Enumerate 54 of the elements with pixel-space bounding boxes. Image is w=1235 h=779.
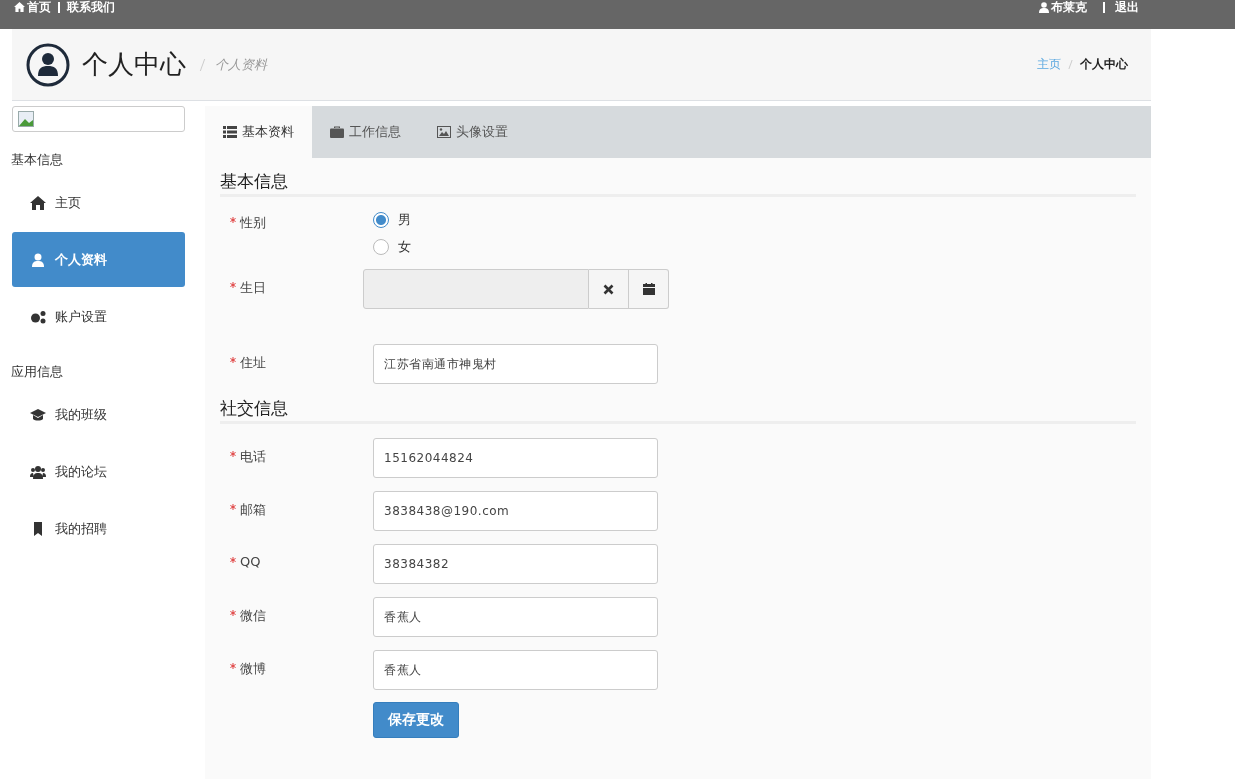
page-subtitle: 个人资料 — [215, 55, 267, 74]
sidebar-item[interactable]: 主页 — [12, 175, 185, 230]
calendar-button[interactable] — [629, 269, 669, 309]
user-link[interactable]: 布莱克 — [1039, 0, 1087, 14]
picture-icon — [437, 126, 451, 138]
sidebar-item[interactable]: 我的班级 — [12, 387, 185, 442]
radio-button[interactable] — [373, 239, 389, 255]
radio-label: 男 — [398, 211, 411, 229]
text-input-field[interactable]: 38384382 — [373, 544, 658, 584]
breadcrumb-current: 个人中心 — [1080, 56, 1128, 73]
section-heading: 社交信息 — [220, 397, 1136, 424]
user-icon — [1039, 1, 1049, 13]
radio-label: 女 — [398, 238, 411, 256]
tab[interactable]: 基本资料 — [205, 106, 312, 158]
field-label: 电话 — [240, 448, 266, 466]
field-label: 生日 — [240, 279, 266, 297]
nav-link[interactable]: 首页 — [14, 0, 51, 14]
section-heading: 基本信息 — [220, 170, 1136, 197]
broken-image-icon — [18, 111, 34, 127]
home-icon — [14, 2, 25, 12]
sidebar-item[interactable]: 我的论坛 — [12, 444, 185, 499]
text-input-field[interactable]: 香蕉人 — [373, 650, 658, 690]
sidebar-item[interactable]: 账户设置 — [12, 289, 185, 344]
sidebar-heading: 基本信息 — [11, 151, 64, 169]
nav-link[interactable]: 联系我们 — [67, 0, 115, 14]
user-icon — [30, 252, 46, 267]
text-input-field[interactable]: 江苏省南通市神鬼村 — [373, 344, 658, 384]
field-label: QQ — [240, 554, 261, 569]
save-button[interactable]: 保存更改 — [373, 702, 459, 738]
calendar-icon — [642, 283, 655, 295]
cap-icon — [30, 407, 46, 422]
briefcase-icon — [330, 126, 344, 138]
text-input-field[interactable]: 3838438@190.com — [373, 491, 658, 531]
user-avatar-icon — [26, 42, 70, 87]
page-title: 个人中心 — [82, 48, 186, 81]
logout-link[interactable]: 退出 — [1115, 0, 1139, 14]
list-icon — [223, 126, 237, 138]
close-icon — [603, 283, 614, 295]
field-label: 微博 — [240, 660, 266, 678]
clear-button[interactable] — [589, 269, 629, 309]
text-input-field[interactable]: 香蕉人 — [373, 597, 658, 637]
field-label: 性别 — [240, 214, 266, 232]
text-input-field[interactable]: 15162044824 — [373, 438, 658, 478]
sidebar-item[interactable]: 我的招聘 — [12, 501, 185, 556]
field-label: 微信 — [240, 607, 266, 625]
sidebar-item[interactable]: 个人资料 — [12, 232, 185, 287]
radio-button[interactable] — [373, 212, 389, 228]
tab[interactable]: 头像设置 — [419, 106, 526, 158]
users-icon — [30, 464, 46, 479]
sidebar-heading: 应用信息 — [11, 363, 64, 381]
field-label: 住址 — [240, 354, 266, 372]
field-label: 邮箱 — [240, 501, 266, 519]
tab[interactable]: 工作信息 — [312, 106, 419, 158]
home-icon — [30, 195, 46, 210]
